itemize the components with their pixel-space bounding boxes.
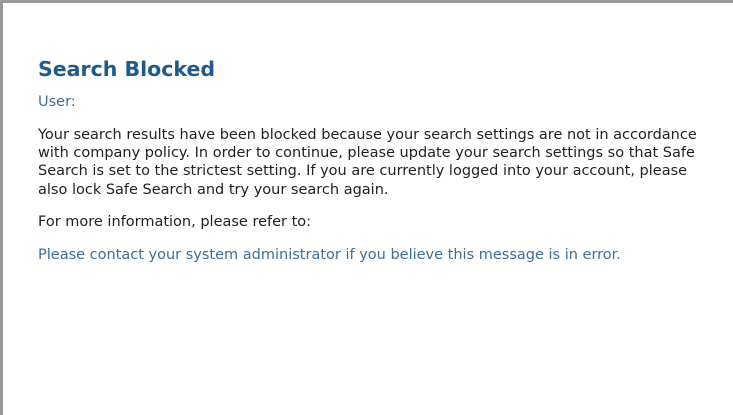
user-label: User: bbox=[38, 94, 76, 110]
more-info-text: For more information, please refer to: bbox=[38, 213, 312, 230]
block-message-container: Search Blocked User: Your search results… bbox=[38, 55, 698, 264]
block-reason-text: Your search results have been blocked be… bbox=[38, 127, 697, 198]
contact-admin-text: Please contact your system administrator… bbox=[38, 246, 621, 263]
page-title: Search Blocked bbox=[38, 57, 216, 81]
block-page-frame: Search Blocked User: Your search results… bbox=[0, 0, 733, 415]
